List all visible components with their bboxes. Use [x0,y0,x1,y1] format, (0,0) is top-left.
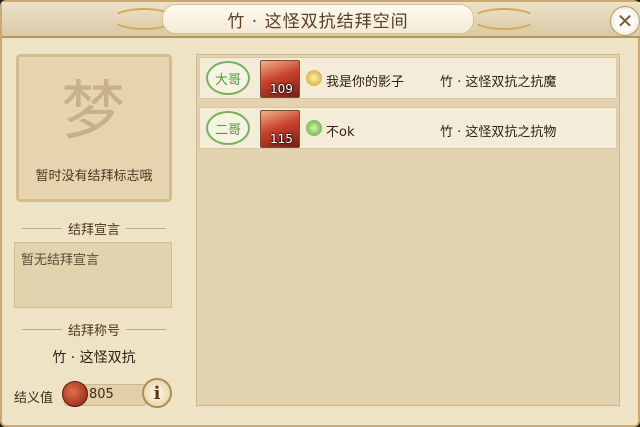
member-list: 大哥 109 我是你的影子 竹 · 这怪双抗之抗魔 二哥 115 不ok 竹 ·… [196,54,620,406]
info-button[interactable]: i [142,378,172,408]
swirl-ornament-icon [472,8,536,30]
member-name: 不ok [326,125,355,140]
window-title: 竹 · 这怪双抗结拜空间 [227,11,409,32]
green-school-icon [306,120,322,136]
rank-label: 二哥 [214,122,241,138]
member-row[interactable]: 大哥 109 我是你的影子 竹 · 这怪双抗之抗魔 [199,57,617,99]
rank-label: 大哥 [214,72,241,88]
brotherhood-title: 竹 · 这怪双抗 [52,350,136,366]
close-button[interactable]: ✕ [610,6,640,36]
gold-school-icon [306,70,322,86]
loyalty-label: 结义值 [14,391,54,406]
rank-stamp: 大哥 [206,61,250,95]
loyalty-value: 805 [89,387,114,402]
level-text: 115 [270,132,293,146]
level-text: 109 [270,82,293,96]
member-sworn-title: 竹 · 这怪双抗之抗魔 [440,75,557,90]
info-icon: i [153,382,161,404]
emblem-empty-text: 暂时没有结拜标志哦 [35,169,153,184]
declaration-box[interactable]: 暂无结拜宣言 [14,242,172,308]
close-icon: ✕ [616,9,634,33]
title-header-label: 结拜称号 [68,323,121,339]
declaration-text: 暂无结拜宣言 [21,253,100,268]
declaration-header: 结拜宣言 [16,219,172,238]
title-plaque: 竹 · 这怪双抗结拜空间 [162,4,474,34]
brotherhood-emblem-slot[interactable]: 梦 暂时没有结拜标志哦 [16,54,172,202]
title-header: 结拜称号 [16,320,172,339]
member-name: 我是你的影子 [326,75,405,90]
wine-pot-icon [62,381,88,407]
title-bar: 竹 · 这怪双抗结拜空间 ✕ [2,2,640,38]
declaration-header-label: 结拜宣言 [68,222,121,238]
brotherhood-panel: 竹 · 这怪双抗结拜空间 ✕ 梦 暂时没有结拜标志哦 结拜宣言 暂无结拜宣言 结… [0,0,640,427]
member-row[interactable]: 二哥 115 不ok 竹 · 这怪双抗之抗物 [199,107,617,149]
dream-emblem-icon: 梦 [61,75,125,149]
member-sworn-title: 竹 · 这怪双抗之抗物 [440,125,557,140]
rank-stamp: 二哥 [206,111,250,145]
